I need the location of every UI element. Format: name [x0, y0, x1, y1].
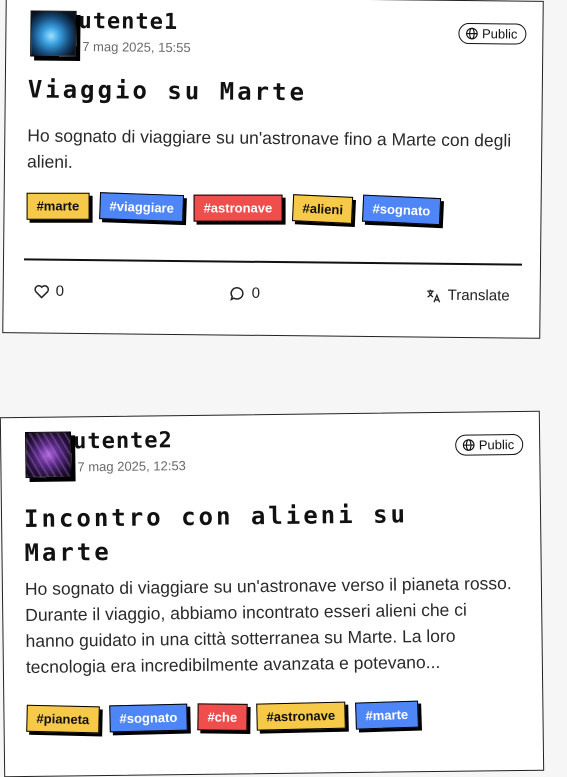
tag[interactable]: #marte: [27, 193, 90, 220]
translate-icon: [426, 287, 442, 303]
visibility-badge: Public: [455, 434, 524, 456]
post-date: 7 mag 2025, 12:53: [77, 458, 186, 474]
post-body: Ho sognato di viaggiare su un'astronave …: [27, 122, 518, 179]
tag-list: #pianeta #sognato #che #astronave #marte: [26, 700, 522, 733]
globe-icon: [462, 439, 475, 452]
post-header: utente2 7 mag 2025, 12:53 Public: [21, 426, 524, 482]
tag[interactable]: #alieni: [292, 194, 354, 224]
tag[interactable]: #pianeta: [26, 705, 99, 734]
translate-label: Translate: [448, 287, 510, 305]
username[interactable]: utente2: [73, 428, 173, 454]
tag[interactable]: #sognato: [362, 195, 441, 226]
visibility-label: Public: [479, 437, 515, 452]
heart-icon: [34, 283, 50, 299]
divider: [24, 258, 522, 265]
globe-icon: [465, 27, 478, 40]
tag[interactable]: #marte: [355, 701, 419, 730]
comment-bubble-icon: [230, 285, 246, 301]
tag[interactable]: #sognato: [109, 704, 187, 733]
comment-count: 0: [252, 285, 261, 302]
post-title[interactable]: Incontro con alieni su Marte: [24, 497, 465, 570]
post-header: utente1 7 mag 2025, 15:55 Public: [26, 10, 526, 65]
post-card[interactable]: utente2 7 mag 2025, 12:53 Public Incontr…: [0, 411, 544, 777]
tag[interactable]: #astronave: [194, 195, 283, 222]
tag[interactable]: #viaggiare: [99, 192, 184, 222]
post-title[interactable]: Viaggio su Marte: [28, 72, 522, 111]
translate-button[interactable]: Translate: [426, 287, 510, 305]
tag-list: #marte #viaggiare #astronave #alieni #so…: [26, 192, 520, 224]
like-count: 0: [56, 283, 65, 300]
avatar[interactable]: [30, 10, 76, 56]
like-button[interactable]: 0: [34, 283, 65, 300]
tag[interactable]: #astronave: [256, 702, 345, 731]
avatar[interactable]: [25, 431, 72, 478]
post-date: 7 mag 2025, 15:55: [82, 39, 191, 55]
post-card[interactable]: utente1 7 mag 2025, 15:55 Public Viaggio…: [2, 0, 544, 339]
post-actions: 0 0 Translate: [34, 283, 510, 305]
username[interactable]: utente1: [78, 9, 178, 35]
comment-button[interactable]: 0: [230, 285, 261, 302]
visibility-badge: Public: [458, 23, 527, 45]
visibility-label: Public: [482, 26, 518, 41]
post-body: Ho sognato di viaggiare su un'astronave …: [25, 570, 518, 680]
tag[interactable]: #che: [197, 703, 247, 731]
